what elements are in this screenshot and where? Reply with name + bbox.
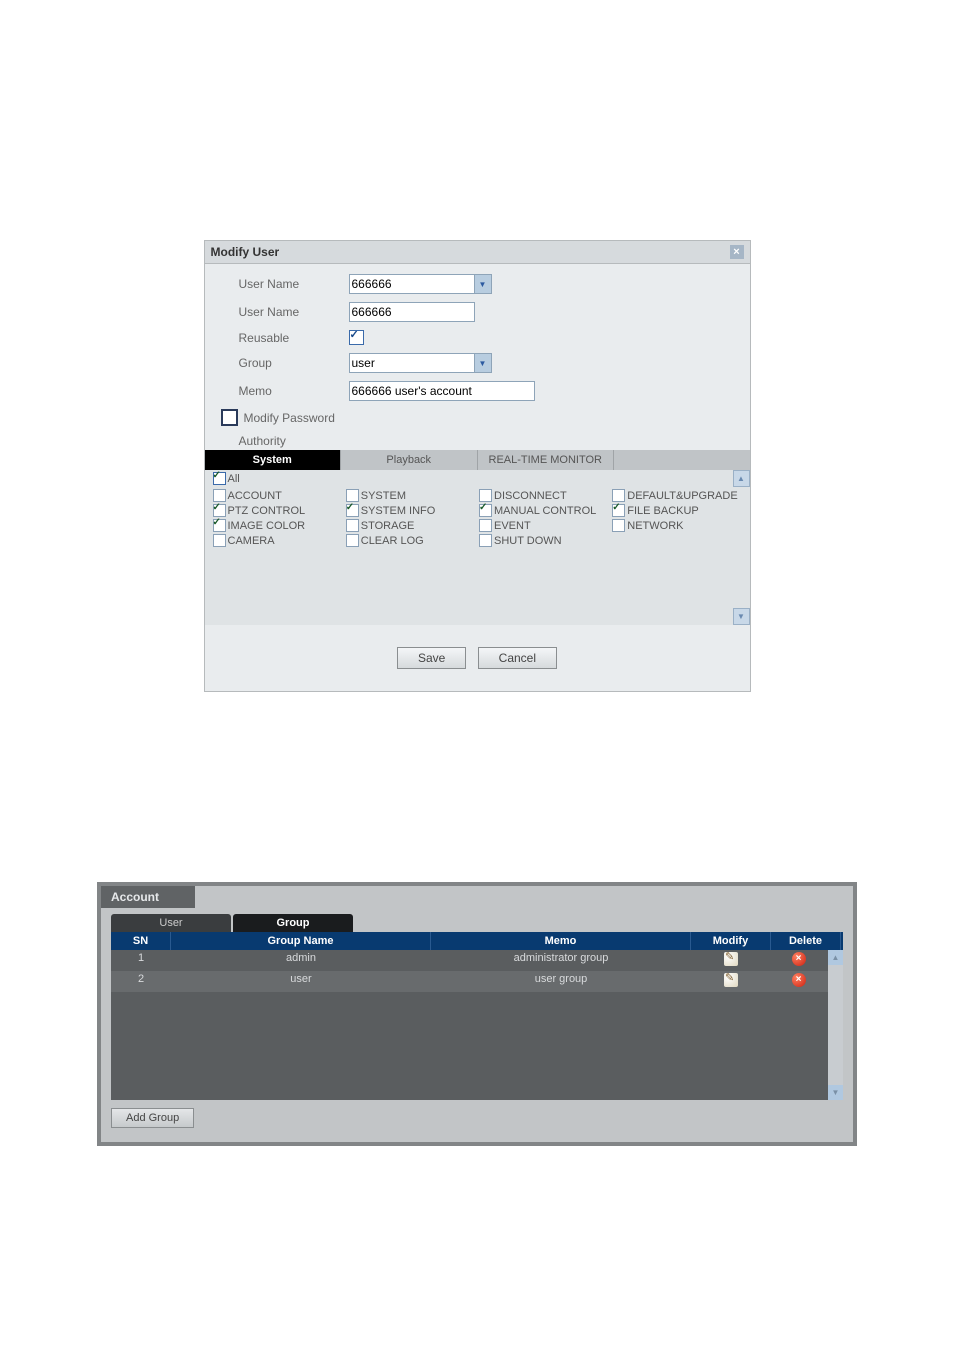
cell-memo: user group — [431, 971, 691, 992]
tab-group[interactable]: Group — [233, 914, 353, 932]
user-name-dropdown-icon[interactable]: ▼ — [475, 274, 492, 294]
close-icon[interactable]: × — [730, 245, 744, 259]
account-header: Account — [101, 886, 195, 908]
perm-manualcontrol: MANUAL CONTROL — [494, 505, 596, 517]
perm-storage: STORAGE — [361, 520, 415, 532]
dialog-body: User Name ▼ User Name Reusable Group ▼ M… — [205, 264, 750, 629]
group-table: SN Group Name Memo Modify Delete 1 admin… — [111, 932, 843, 1100]
dialog-title-text: Modify User — [211, 245, 280, 259]
perm-clearlog: CLEAR LOG — [361, 535, 424, 547]
perm-storage-checkbox[interactable] — [346, 519, 359, 532]
col-delete: Delete — [771, 932, 841, 950]
reusable-label: Reusable — [239, 331, 349, 345]
group-scrollbar[interactable]: ▲ ▼ — [828, 950, 843, 1100]
table-row: 1 admin administrator group × — [111, 950, 828, 971]
perm-manualcontrol-checkbox[interactable] — [479, 504, 492, 517]
perm-filebackup: FILE BACKUP — [627, 505, 699, 517]
group-table-body: 1 admin administrator group × 2 user use… — [111, 950, 843, 1100]
scroll-up-icon[interactable]: ▲ — [828, 950, 843, 965]
memo-input[interactable] — [349, 381, 535, 401]
perm-shutdown-checkbox[interactable] — [479, 534, 492, 547]
col-groupname: Group Name — [171, 932, 431, 950]
reusable-checkbox[interactable] — [349, 330, 364, 345]
all-label: All — [228, 473, 240, 485]
cell-name: admin — [171, 950, 431, 971]
group-dropdown-icon[interactable]: ▼ — [475, 353, 492, 373]
perm-systeminfo: SYSTEM INFO — [361, 505, 436, 517]
perm-ptz: PTZ CONTROL — [228, 505, 306, 517]
perm-defaultupgrade-checkbox[interactable] — [612, 489, 625, 502]
authority-tabs: System Playback REAL-TIME MONITOR — [205, 450, 750, 470]
perm-account: ACCOUNT — [228, 490, 282, 502]
perm-ptz-checkbox[interactable] — [213, 504, 226, 517]
cell-name: user — [171, 971, 431, 992]
group-label: Group — [239, 356, 349, 370]
modify-user-dialog: Modify User × User Name ▼ User Name Reus… — [204, 240, 751, 692]
perm-systeminfo-checkbox[interactable] — [346, 504, 359, 517]
user-name-input[interactable] — [349, 302, 475, 322]
cancel-button[interactable]: Cancel — [478, 647, 557, 669]
perm-event: EVENT — [494, 520, 531, 532]
col-sn: SN — [111, 932, 171, 950]
group-table-header: SN Group Name Memo Modify Delete — [111, 932, 843, 950]
perm-account-checkbox[interactable] — [213, 489, 226, 502]
modify-password-label: Modify Password — [244, 411, 335, 425]
save-button[interactable]: Save — [397, 647, 466, 669]
authority-label: Authority — [239, 434, 734, 448]
tab-playback[interactable]: Playback — [341, 450, 478, 470]
table-row: 2 user user group × — [111, 971, 828, 992]
user-name-label: User Name — [239, 277, 349, 291]
memo-label: Memo — [239, 384, 349, 398]
cell-sn: 1 — [111, 950, 171, 971]
delete-icon[interactable]: × — [792, 973, 806, 987]
add-group-button[interactable]: Add Group — [111, 1108, 194, 1128]
tab-spacer — [614, 450, 750, 470]
perm-camera-checkbox[interactable] — [213, 534, 226, 547]
tab-system[interactable]: System — [205, 450, 342, 470]
perm-imagecolor-checkbox[interactable] — [213, 519, 226, 532]
perm-system: SYSTEM — [361, 490, 406, 502]
tab-realtime[interactable]: REAL-TIME MONITOR — [478, 450, 615, 470]
delete-icon[interactable]: × — [792, 952, 806, 966]
perm-system-checkbox[interactable] — [346, 489, 359, 502]
perm-clearlog-checkbox[interactable] — [346, 534, 359, 547]
permissions-area: ▲ All ACCOUNT PTZ CONTROL IMAGE COLOR CA… — [205, 470, 750, 625]
user-name2-label: User Name — [239, 305, 349, 319]
perm-network: NETWORK — [627, 520, 683, 532]
dialog-titlebar: Modify User × — [205, 241, 750, 264]
all-checkbox[interactable] — [213, 472, 226, 485]
col-memo: Memo — [431, 932, 691, 950]
scroll-up-icon[interactable]: ▲ — [733, 470, 750, 487]
perm-network-checkbox[interactable] — [612, 519, 625, 532]
modify-password-checkbox[interactable] — [221, 409, 238, 426]
perm-disconnect: DISCONNECT — [494, 490, 567, 502]
scroll-down-icon[interactable]: ▼ — [733, 608, 750, 625]
perm-camera: CAMERA — [228, 535, 275, 547]
user-name-select-input[interactable] — [349, 274, 475, 294]
perm-disconnect-checkbox[interactable] — [479, 489, 492, 502]
account-panel: Account User Group SN Group Name Memo Mo… — [97, 882, 857, 1146]
modify-icon[interactable] — [724, 973, 738, 987]
account-tabs: User Group — [111, 914, 853, 932]
tab-user[interactable]: User — [111, 914, 231, 932]
cell-memo: administrator group — [431, 950, 691, 971]
perm-defaultupgrade: DEFAULT&UPGRADE — [627, 490, 737, 502]
modify-icon[interactable] — [724, 952, 738, 966]
scroll-down-icon[interactable]: ▼ — [828, 1085, 843, 1100]
dialog-buttons: Save Cancel — [205, 629, 750, 691]
cell-sn: 2 — [111, 971, 171, 992]
perm-imagecolor: IMAGE COLOR — [228, 520, 306, 532]
perm-filebackup-checkbox[interactable] — [612, 504, 625, 517]
col-modify: Modify — [691, 932, 771, 950]
perm-event-checkbox[interactable] — [479, 519, 492, 532]
group-select-input[interactable] — [349, 353, 475, 373]
perm-shutdown: SHUT DOWN — [494, 535, 562, 547]
